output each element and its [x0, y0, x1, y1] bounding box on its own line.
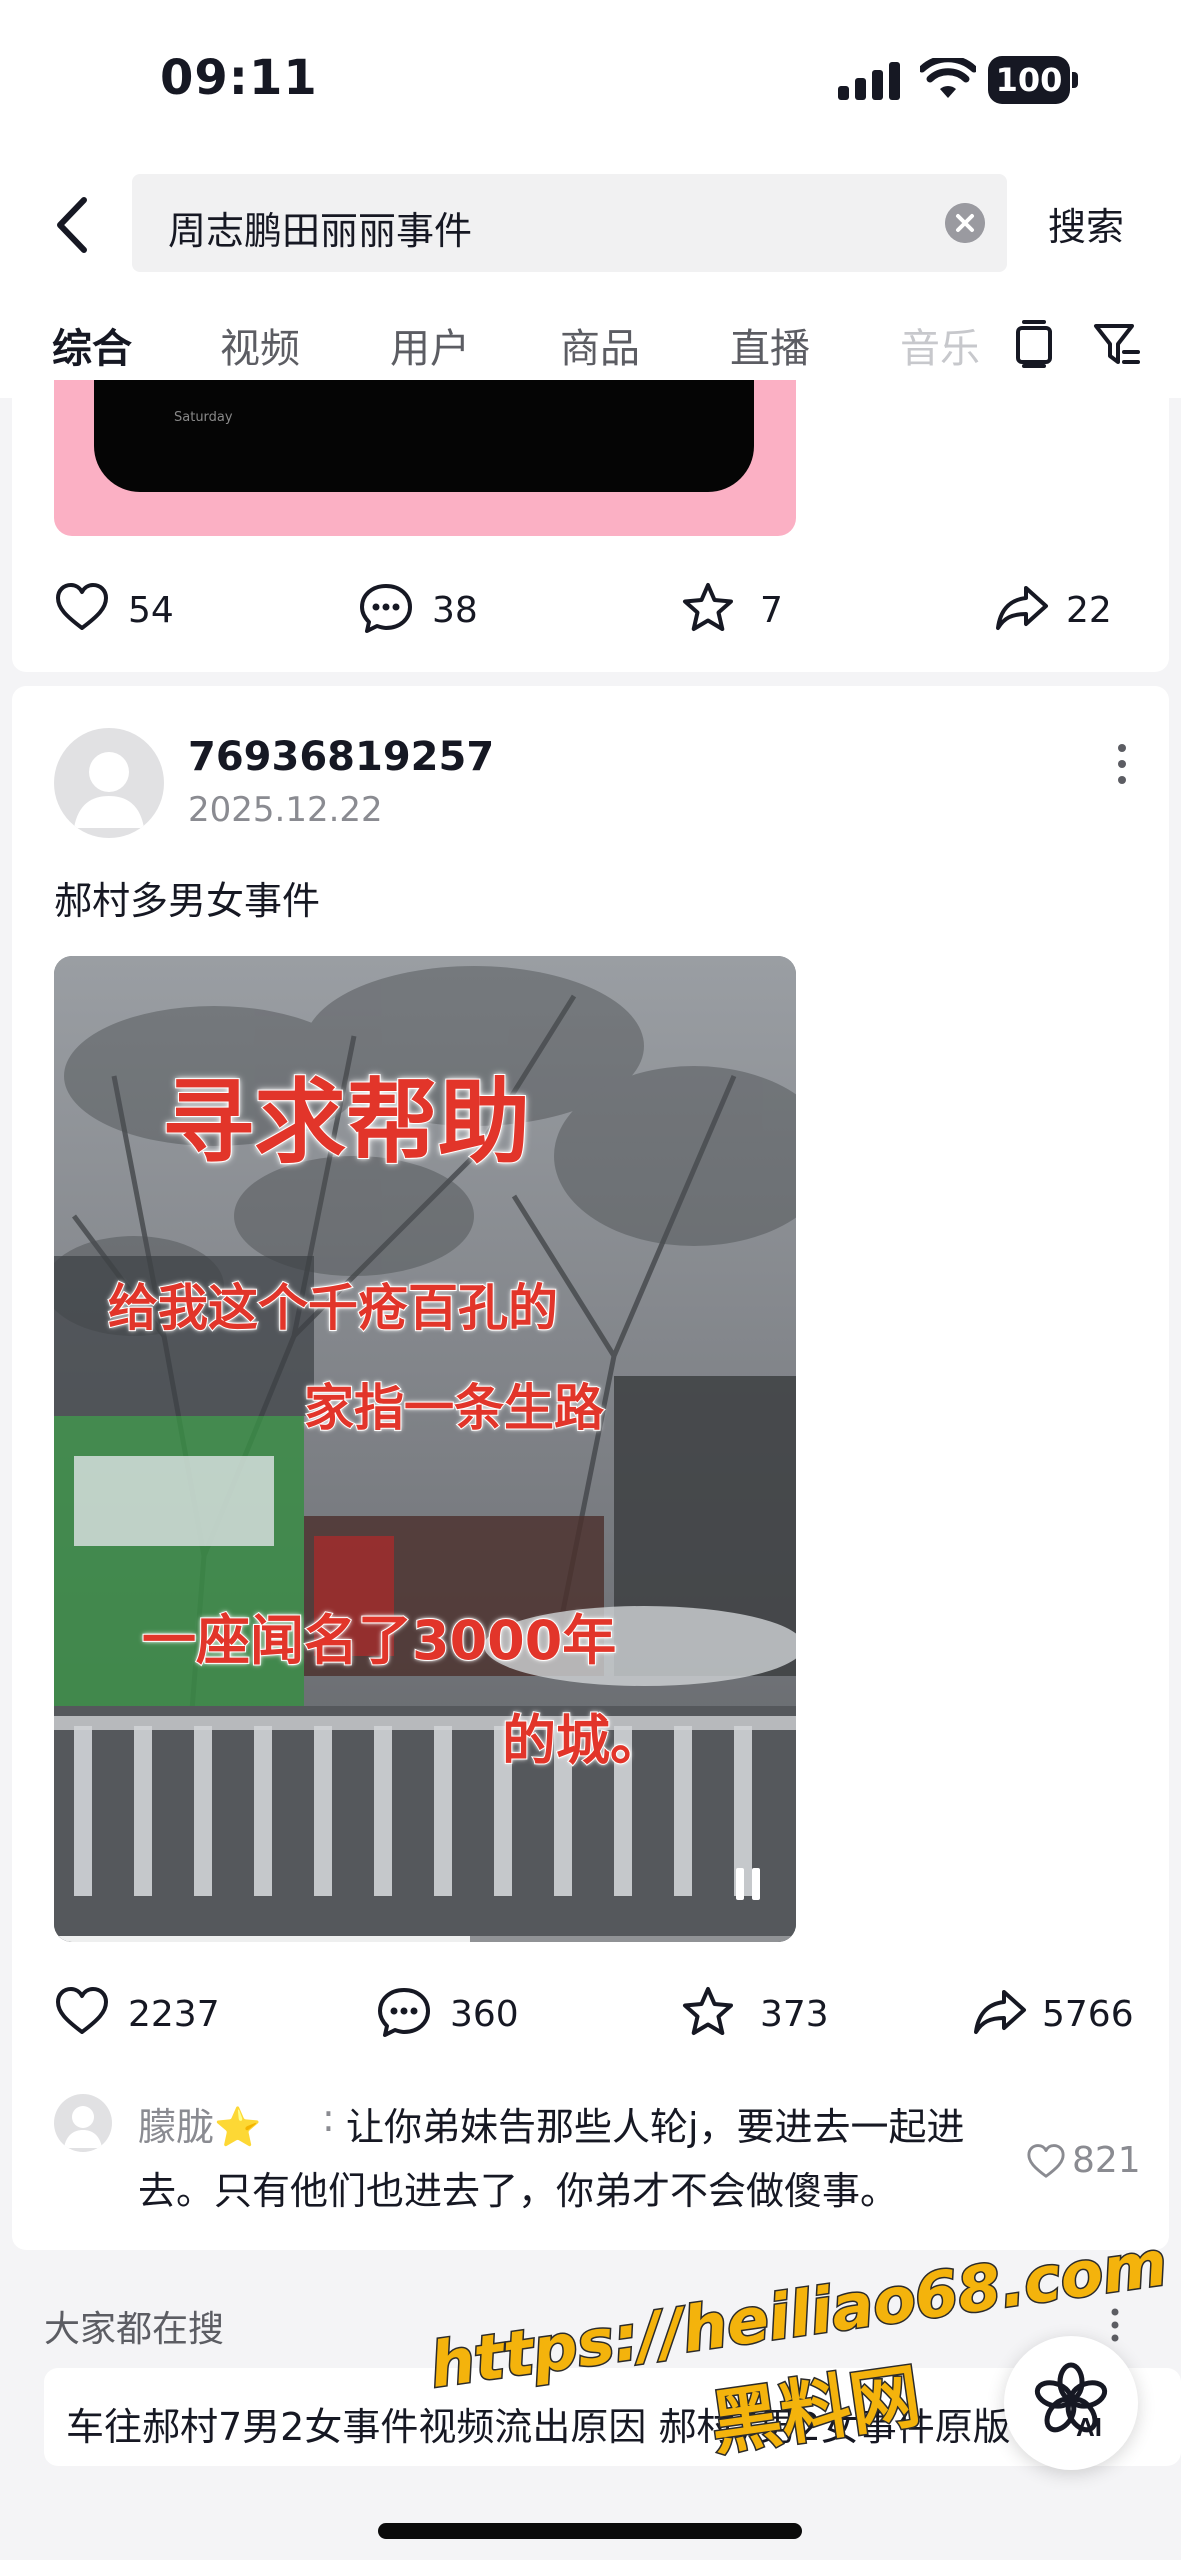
clear-icon[interactable]	[945, 203, 985, 243]
tab-music[interactable]: 音乐	[900, 316, 980, 374]
favorite-count: 7	[760, 590, 783, 631]
search-input[interactable]: 周志鹏田丽丽事件	[132, 174, 1007, 272]
comment-avatar[interactable]	[54, 2094, 112, 2152]
video-player[interactable]: 寻求帮助 给我这个千疮百孔的 家指一条生路 一座闻名了3000年 的城。	[54, 956, 796, 1942]
comment-count: 38	[432, 590, 478, 631]
comment-text: 去。只有他们也进去了，你弟才不会做傻事。	[138, 2169, 899, 2213]
related-searches-title: 大家都在搜	[44, 2309, 225, 2350]
comment-icon	[378, 1988, 430, 2037]
video-overlay-text: 家指一条生路	[303, 1378, 605, 1438]
pause-icon[interactable]	[730, 1866, 766, 1902]
favorite-button[interactable]: 7	[680, 580, 840, 640]
heart-icon	[56, 583, 108, 630]
post-card: 76936819257 2025.12.22 郝村多男女事件 寻求帮助 给我这个…	[12, 686, 1169, 2250]
video-overlay-text: 寻求帮助	[161, 1068, 531, 1177]
post-media[interactable]: Saturday	[54, 380, 796, 536]
status-time: 09:11	[160, 50, 318, 106]
comment-count: 360	[450, 1994, 519, 2035]
username[interactable]: 76936819257	[188, 734, 494, 780]
media-phone-frame: Saturday	[94, 380, 754, 492]
more-options-icon[interactable]	[1102, 734, 1142, 794]
video-progress-bar[interactable]	[54, 1936, 796, 1942]
share-button[interactable]: 5766	[972, 1984, 1162, 2044]
avatar[interactable]	[54, 728, 164, 838]
like-count: 2237	[128, 1994, 220, 2035]
media-caption: Saturday	[174, 410, 233, 425]
wifi-icon	[920, 58, 976, 98]
cellular-signal-icon	[838, 62, 902, 100]
tab-users[interactable]: 用户	[390, 316, 470, 374]
share-button[interactable]: 22	[994, 580, 1154, 640]
search-button[interactable]: 搜索	[1048, 196, 1124, 251]
search-header: 周志鹏田丽丽事件 搜索	[0, 160, 1181, 290]
comment-icon	[360, 584, 412, 633]
ai-label: AI	[1076, 2412, 1102, 2442]
share-count: 22	[1066, 590, 1112, 631]
tab-products[interactable]: 商品	[560, 316, 640, 374]
video-overlay-text: 的城。	[501, 1708, 665, 1773]
heart-icon	[1027, 2144, 1065, 2178]
home-indicator	[378, 2523, 802, 2539]
default-avatar-icon	[74, 752, 144, 828]
status-bar: 09:11 100	[0, 0, 1181, 160]
top-comment[interactable]: 朦胧⭐ : 让你弟妹告那些人轮j，要进去一起进 去。只有他们也进去了，你弟才不会…	[54, 2094, 1154, 2224]
back-arrow-icon[interactable]	[40, 190, 110, 260]
ai-assistant-button[interactable]: AI	[1004, 2336, 1138, 2470]
post-text[interactable]: 郝村多男女事件	[54, 870, 320, 925]
default-avatar-icon	[64, 2106, 102, 2148]
ai-flower-icon: AI	[1034, 2362, 1108, 2442]
battery-level: 100	[988, 56, 1070, 104]
like-count: 54	[128, 590, 174, 631]
video-overlay-text: 给我这个千疮百孔的	[107, 1278, 559, 1338]
comment-separator: :	[322, 2096, 335, 2140]
video-overlay-text: 一座闻名了3000年	[141, 1608, 617, 1673]
comment-username[interactable]: 朦胧⭐	[138, 2096, 261, 2151]
favorite-count: 373	[760, 1994, 829, 2035]
tab-comprehensive[interactable]: 综合	[52, 316, 132, 374]
tab-video[interactable]: 视频	[220, 316, 300, 374]
battery-icon: 100	[988, 56, 1078, 104]
filter-icon[interactable]	[1092, 318, 1140, 370]
comment-like-count: 821	[1072, 2140, 1141, 2181]
search-query: 周志鹏田丽丽事件	[168, 209, 473, 253]
share-count: 5766	[1042, 1994, 1134, 2035]
comment-like-button[interactable]: 821	[1026, 2138, 1146, 2188]
comment-text: 让你弟妹告那些人轮j，要进去一起进	[346, 2105, 965, 2149]
star-icon	[683, 583, 733, 631]
layout-toggle-icon[interactable]	[1010, 318, 1058, 370]
share-arrow-icon	[996, 586, 1048, 630]
star-icon	[683, 1987, 733, 2035]
post-date: 2025.12.22	[188, 790, 383, 830]
favorite-button[interactable]: 373	[680, 1984, 880, 2044]
like-button[interactable]: 2237	[54, 1984, 254, 2044]
heart-icon	[56, 1987, 108, 2034]
share-arrow-icon	[974, 1990, 1026, 2034]
like-button[interactable]: 54	[54, 580, 214, 640]
comment-button[interactable]: 38	[358, 580, 518, 640]
tab-live[interactable]: 直播	[730, 316, 810, 374]
video-progress-fill	[54, 1936, 470, 1942]
comment-button[interactable]: 360	[376, 1984, 576, 2044]
post-card: Saturday 54 38 7 22	[12, 380, 1169, 672]
